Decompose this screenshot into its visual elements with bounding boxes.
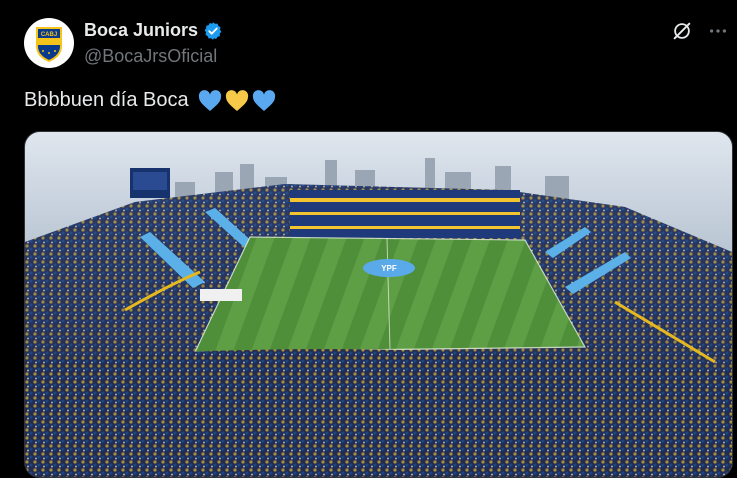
stadium-photo: YPF (25, 132, 732, 477)
handle[interactable]: @BocaJrsOficial (84, 46, 217, 67)
display-name[interactable]: Boca Juniors (84, 20, 198, 41)
grok-icon[interactable] (671, 20, 693, 42)
field-logo-text: YPF (381, 264, 397, 273)
tweet-media-image[interactable]: YPF (24, 131, 733, 478)
yellow-heart-icon (225, 89, 248, 111)
display-name-row[interactable]: Boca Juniors (84, 20, 223, 41)
tweet-actions-top (671, 20, 729, 42)
avatar[interactable]: CABJ (24, 18, 74, 68)
tweet-text: Bbbbuen día Boca (24, 89, 276, 112)
boca-crest-logo: CABJ (36, 27, 62, 63)
more-options-icon[interactable] (707, 20, 729, 42)
blue-heart-icon (198, 89, 221, 111)
verified-badge-icon (204, 21, 222, 40)
tweet-body: Bbbbuen día Boca (24, 89, 189, 111)
blue-heart-icon (252, 89, 275, 111)
avatar-text: CABJ (41, 32, 57, 38)
